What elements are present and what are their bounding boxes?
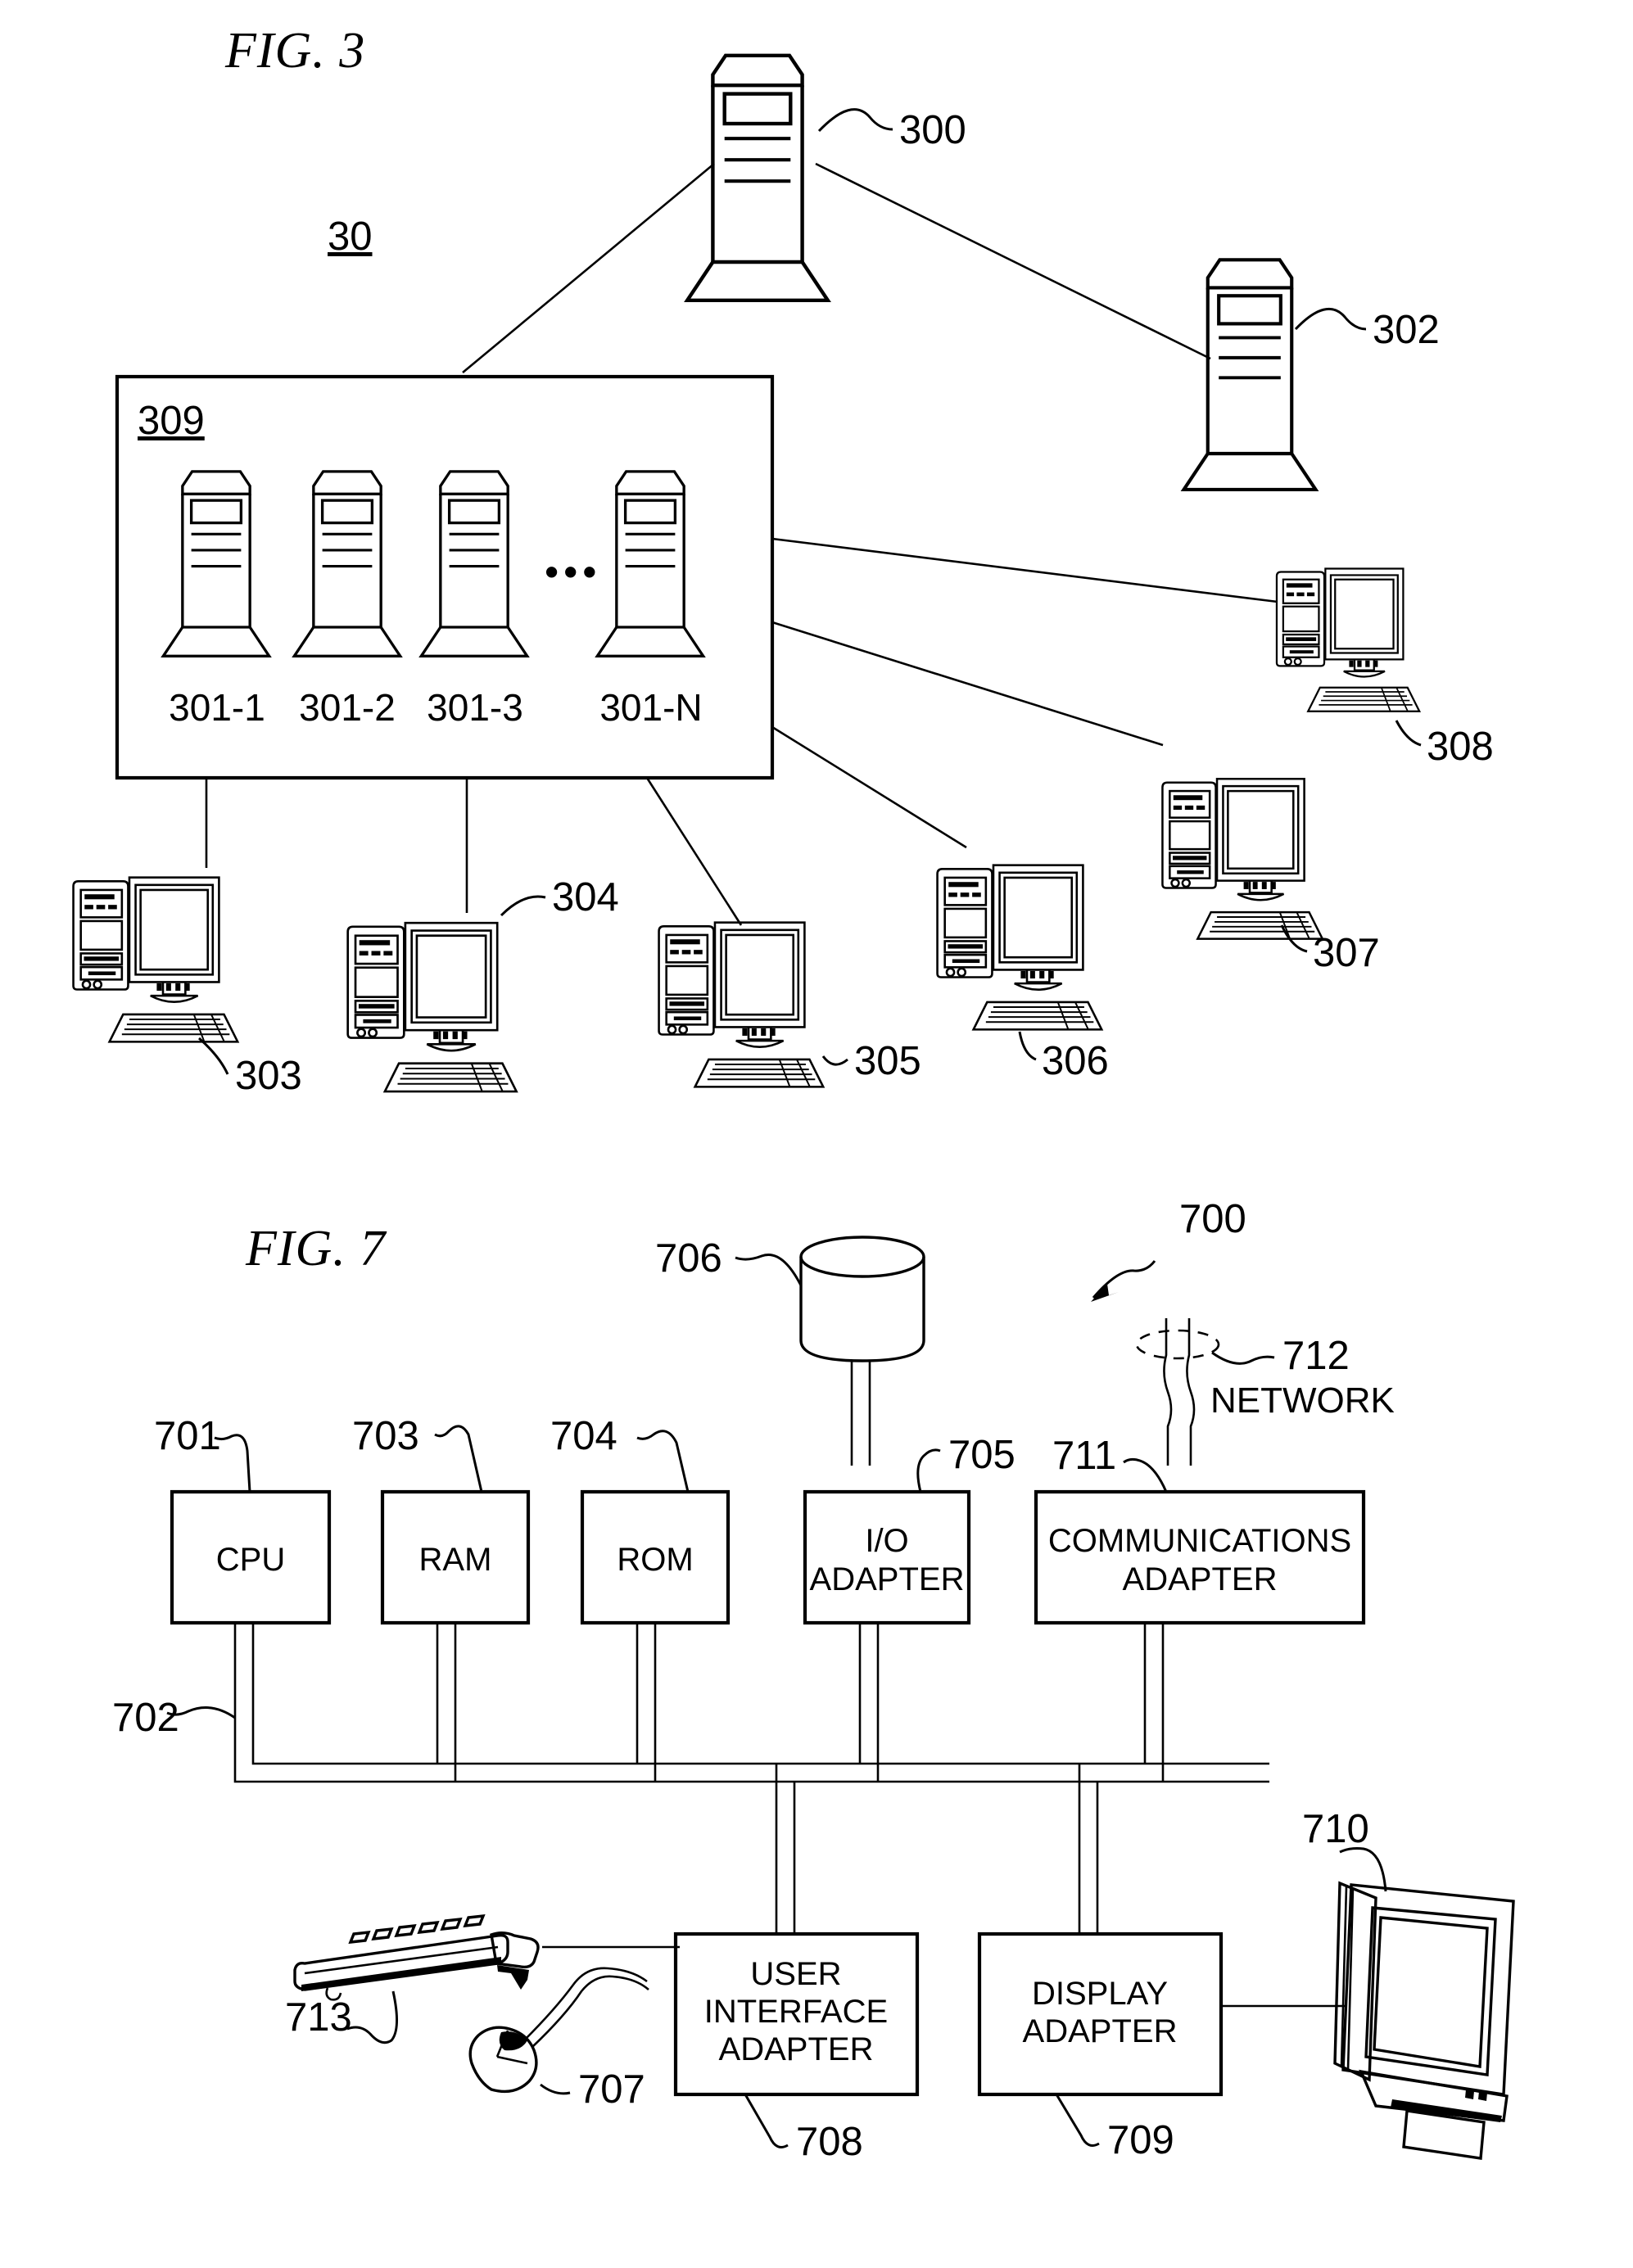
ref-301-N: 301-N (599, 686, 702, 729)
link-cluster-to-308 (771, 537, 1278, 603)
leader-706 (735, 1254, 803, 1286)
ref-711: 711 (1052, 1434, 1116, 1478)
cluster-ellipsis: ••• (545, 550, 601, 594)
leader-708 (744, 2094, 789, 2148)
ref-713: 713 (285, 1995, 352, 2040)
fig7-title: FIG. 7 (245, 1221, 387, 1276)
ref-302: 302 (1373, 308, 1440, 352)
system-bus-702 (233, 1623, 1269, 1934)
ref-301-3: 301-3 (427, 686, 523, 729)
client-303-icon (72, 876, 239, 1043)
leader-705 (916, 1448, 941, 1493)
leader-712 (1211, 1351, 1275, 1365)
ref-701: 701 (154, 1414, 221, 1458)
block-uia-label-2: INTERFACE (704, 1994, 888, 2030)
client-308-icon (1275, 567, 1421, 712)
figure-7-group: FIG. 7 700 706 712 NETWORK CPU 701 RAM 7… (112, 1197, 1515, 2164)
ref-309: 309 (138, 399, 205, 443)
block-ram-label: RAM (419, 1542, 492, 1578)
client-306-icon (936, 864, 1103, 1031)
ref-301-1: 301-1 (169, 686, 265, 729)
block-uia-label-3: ADAPTER (719, 2031, 874, 2067)
leader-303 (198, 1037, 229, 1075)
link-cluster-to-307 (771, 621, 1164, 747)
display-710-icon (1221, 1881, 1515, 2160)
leader-709 (1055, 2094, 1100, 2147)
server-302-icon (1183, 260, 1315, 490)
link-300-to-302 (815, 162, 1211, 360)
ref-707: 707 (578, 2067, 645, 2112)
ref-702: 702 (112, 1696, 179, 1740)
client-305-icon (658, 921, 825, 1088)
block-comm-adapter-label-2: ADAPTER (1123, 1561, 1278, 1597)
ref-304: 304 (552, 875, 619, 919)
block-io-adapter-label-2: ADAPTER (810, 1561, 965, 1597)
ref-704: 704 (550, 1414, 617, 1458)
block-io-adapter-label-1: I/O (865, 1523, 908, 1559)
disk-706-icon (799, 1236, 925, 1362)
ref-303: 303 (235, 1054, 302, 1098)
ref-712: 712 (1282, 1334, 1350, 1378)
block-cpu-label: CPU (216, 1542, 285, 1578)
ref-705: 705 (948, 1433, 1016, 1477)
leader-711 (1123, 1457, 1168, 1493)
ref-306: 306 (1042, 1039, 1109, 1083)
ref-700: 700 (1179, 1197, 1246, 1241)
ref-706: 706 (655, 1236, 722, 1281)
link-300-to-cluster (462, 162, 715, 374)
ref-300: 300 (899, 108, 966, 152)
keyboard-713-icon (293, 1913, 680, 2001)
fig3-title: FIG. 3 (224, 23, 365, 79)
fig3-system-label-30: 30 (328, 215, 373, 259)
leader-704 (636, 1430, 690, 1493)
ref-708: 708 (796, 2120, 863, 2164)
leader-306 (1018, 1031, 1037, 1061)
ref-301-2: 301-2 (299, 686, 396, 729)
ref-709: 709 (1107, 2118, 1174, 2162)
leader-300 (817, 108, 893, 133)
ref-305: 305 (854, 1039, 921, 1083)
leader-707 (540, 2083, 571, 2095)
ref-308: 308 (1427, 725, 1494, 769)
patent-drawing-sheet: FIG. 3 30 300 302 309 301-1 301-2 301-3 … (0, 0, 1633, 2268)
block-comm-adapter-label-1: COMMUNICATIONS (1048, 1523, 1351, 1559)
server-300-icon (687, 56, 828, 300)
leader-713 (346, 1990, 398, 2044)
drawing-canvas: FIG. 3 30 300 302 309 301-1 301-2 301-3 … (72, 23, 1515, 2164)
ref-703: 703 (352, 1414, 419, 1458)
network-label: NETWORK (1210, 1380, 1395, 1421)
leader-700-arrow (1091, 1284, 1119, 1302)
leader-308 (1395, 720, 1422, 747)
client-304-icon (346, 921, 518, 1093)
leader-302 (1294, 308, 1367, 331)
link-cluster-to-306 (771, 725, 967, 849)
block-display-adapter-label-2: ADAPTER (1023, 2013, 1178, 2049)
link-cluster-to-305 (645, 777, 743, 926)
ref-307: 307 (1313, 931, 1380, 975)
leader-304 (500, 895, 546, 917)
client-307-icon (1161, 778, 1324, 940)
ref-710: 710 (1302, 1807, 1369, 1851)
network-712-icon (1135, 1318, 1220, 1466)
block-rom-label: ROM (617, 1542, 693, 1578)
leader-703 (434, 1425, 483, 1493)
leader-305 (821, 1055, 848, 1066)
block-display-adapter-label-1: DISPLAY (1032, 1976, 1168, 2012)
block-uia-label-1: USER (750, 1956, 841, 1992)
figure-3-group: FIG. 3 30 300 302 309 301-1 301-2 301-3 … (72, 23, 1494, 1098)
